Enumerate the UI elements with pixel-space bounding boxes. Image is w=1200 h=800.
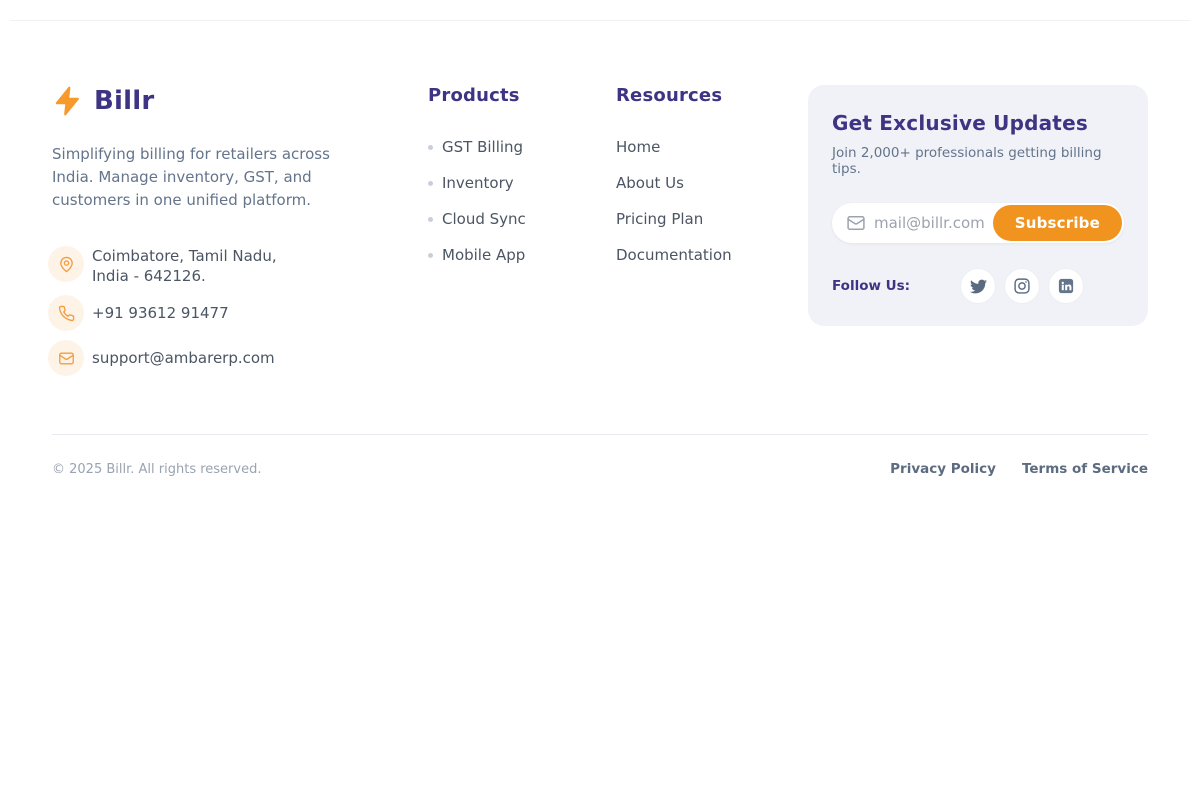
phone-icon	[48, 295, 84, 331]
terms-of-service-link[interactable]: Terms of Service	[1022, 461, 1148, 477]
product-link-mobile-app[interactable]: Mobile App	[428, 245, 578, 265]
product-link-label[interactable]: GST Billing	[442, 138, 523, 156]
address-line2: India - 642126.	[92, 266, 277, 286]
lightning-bolt-icon	[52, 85, 84, 117]
instagram-link[interactable]	[1004, 268, 1040, 304]
linkedin-icon	[1057, 277, 1075, 295]
resource-link-about-us[interactable]: About Us	[616, 173, 776, 193]
brand-logo: Billr	[52, 85, 412, 117]
brand-description: Simplifying billing for retailers across…	[52, 143, 367, 212]
instagram-icon	[1013, 277, 1031, 295]
newsletter-title: Get Exclusive Updates	[832, 111, 1124, 135]
resource-link-documentation[interactable]: Documentation	[616, 245, 776, 265]
product-link-label[interactable]: Inventory	[442, 174, 514, 192]
follow-us-label: Follow Us:	[832, 278, 910, 294]
brand-name: Billr	[94, 86, 154, 116]
bottom-bar: © 2025 Billr. All rights reserved. Priva…	[52, 435, 1148, 477]
products-title: Products	[428, 85, 578, 106]
copyright-text: © 2025 Billr. All rights reserved.	[52, 462, 261, 477]
resources-column: Resources Home About Us Pricing Plan Doc…	[616, 85, 776, 281]
products-column: Products GST Billing Inventory Cloud Syn…	[428, 85, 578, 281]
contact-address: Coimbatore, Tamil Nadu, India - 642126.	[48, 246, 412, 286]
bullet-dot	[428, 145, 433, 150]
map-pin-icon	[48, 246, 84, 282]
address-line1: Coimbatore, Tamil Nadu,	[92, 246, 277, 266]
contact-phone[interactable]: +91 93612 91477	[48, 295, 412, 331]
product-link-label[interactable]: Cloud Sync	[442, 210, 526, 228]
bullet-dot	[428, 253, 433, 258]
bullet-dot	[428, 181, 433, 186]
newsletter-subtitle: Join 2,000+ professionals getting billin…	[832, 145, 1124, 177]
newsletter-email-input[interactable]	[874, 214, 993, 232]
subscribe-form: Subscribe	[832, 203, 1124, 243]
resource-link-label[interactable]: Documentation	[616, 246, 732, 264]
resources-title: Resources	[616, 85, 776, 106]
section-top-divider	[10, 20, 1190, 21]
product-link-cloud-sync[interactable]: Cloud Sync	[428, 209, 578, 229]
newsletter-card: Get Exclusive Updates Join 2,000+ profes…	[808, 85, 1148, 326]
bullet-dot	[428, 217, 433, 222]
resource-link-home[interactable]: Home	[616, 137, 776, 157]
footer: Billr Simplifying billing for retailers …	[0, 85, 1200, 477]
mail-icon	[48, 340, 84, 376]
product-link-inventory[interactable]: Inventory	[428, 173, 578, 193]
twitter-icon	[970, 278, 987, 295]
follow-row: Follow Us:	[832, 268, 1124, 304]
email-address: support@ambarerp.com	[92, 348, 275, 368]
resource-link-label[interactable]: About Us	[616, 174, 684, 192]
linkedin-link[interactable]	[1048, 268, 1084, 304]
resource-link-label[interactable]: Pricing Plan	[616, 210, 703, 228]
twitter-link[interactable]	[960, 268, 996, 304]
resource-link-pricing-plan[interactable]: Pricing Plan	[616, 209, 776, 229]
social-links	[960, 268, 1084, 304]
privacy-policy-link[interactable]: Privacy Policy	[890, 461, 996, 477]
input-mail-icon	[846, 213, 866, 233]
product-link-gst-billing[interactable]: GST Billing	[428, 137, 578, 157]
contact-list: Coimbatore, Tamil Nadu, India - 642126. …	[52, 246, 412, 376]
product-link-label[interactable]: Mobile App	[442, 246, 525, 264]
brand-column: Billr Simplifying billing for retailers …	[52, 85, 412, 376]
contact-email[interactable]: support@ambarerp.com	[48, 340, 412, 376]
resource-link-label[interactable]: Home	[616, 138, 660, 156]
phone-number: +91 93612 91477	[92, 303, 229, 323]
subscribe-button[interactable]: Subscribe	[993, 205, 1122, 241]
